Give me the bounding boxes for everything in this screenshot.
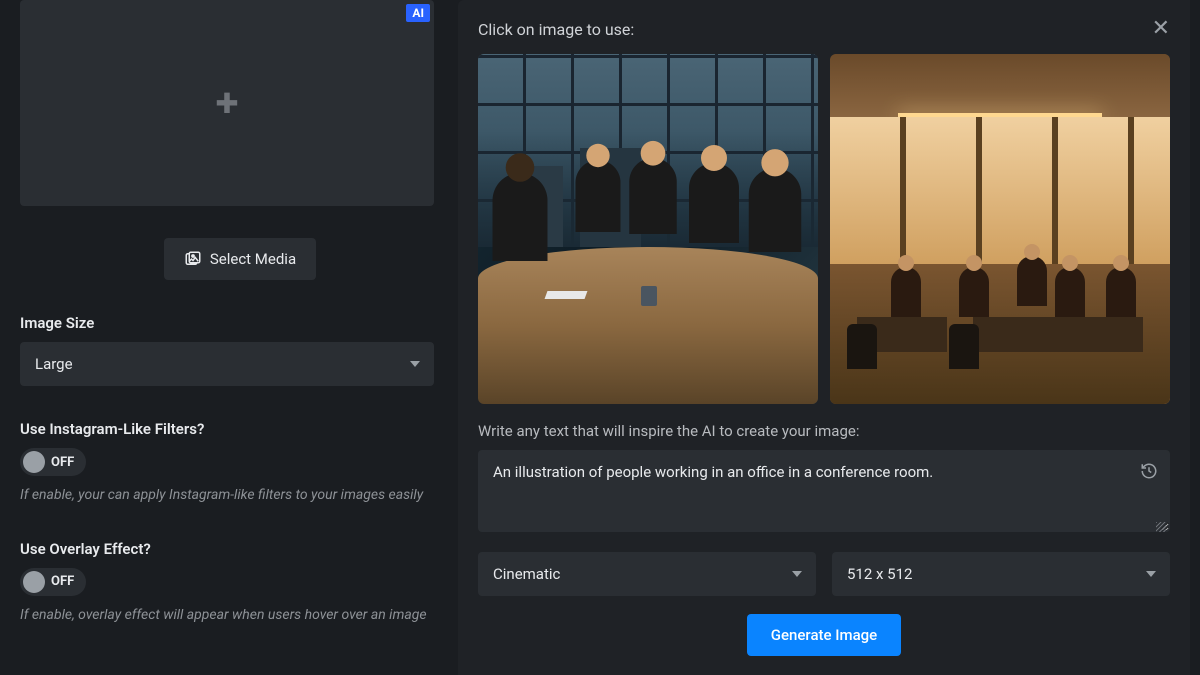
dimension-select-wrap: 512 x 512 <box>832 552 1170 596</box>
generate-image-button[interactable]: Generate Image <box>747 614 901 656</box>
generated-image-2[interactable] <box>830 54 1170 404</box>
media-upload-zone[interactable]: AI ✚ <box>20 0 434 206</box>
close-button[interactable]: ✕ <box>1152 18 1170 40</box>
image-size-select-wrap: Large <box>20 342 434 386</box>
filters-toggle-label: OFF <box>51 455 74 470</box>
toggle-knob <box>23 451 45 473</box>
select-media-label: Select Media <box>210 250 296 268</box>
plus-icon: ✚ <box>215 87 238 120</box>
overlay-label: Use Overlay Effect? <box>20 540 460 558</box>
overlay-toggle[interactable]: OFF <box>20 568 86 596</box>
image-scene <box>478 54 818 404</box>
generated-images-row <box>478 54 1170 404</box>
media-icon <box>184 250 202 268</box>
toggle-knob <box>23 571 45 593</box>
settings-panel: AI ✚ Select Media Image Size Large Use I… <box>0 0 480 675</box>
overlay-toggle-label: OFF <box>51 574 74 589</box>
style-select-wrap: Cinematic <box>478 552 816 596</box>
style-select[interactable]: Cinematic <box>478 552 816 596</box>
controls-row: Cinematic 512 x 512 <box>478 552 1170 596</box>
image-size-label: Image Size <box>20 314 460 332</box>
filters-help-text: If enable, your can apply Instagram-like… <box>20 486 440 506</box>
history-icon[interactable] <box>1140 462 1158 484</box>
select-media-button[interactable]: Select Media <box>164 238 316 280</box>
resize-handle[interactable] <box>1156 522 1166 532</box>
overlay-help-text: If enable, overlay effect will appear wh… <box>20 606 440 626</box>
filters-label: Use Instagram-Like Filters? <box>20 420 460 438</box>
filters-toggle[interactable]: OFF <box>20 448 86 476</box>
close-icon: ✕ <box>1152 16 1170 41</box>
dialog-header: Click on image to use: ✕ <box>478 18 1170 40</box>
dialog-title: Click on image to use: <box>478 20 634 39</box>
image-scene <box>830 54 1170 404</box>
prompt-label: Write any text that will inspire the AI … <box>478 422 1170 440</box>
prompt-textarea[interactable] <box>478 450 1170 532</box>
image-size-select[interactable]: Large <box>20 342 434 386</box>
prompt-box <box>478 450 1170 536</box>
dimension-select[interactable]: 512 x 512 <box>832 552 1170 596</box>
generated-image-1[interactable] <box>478 54 818 404</box>
ai-image-dialog: Click on image to use: ✕ <box>458 0 1190 675</box>
ai-badge: AI <box>406 4 430 22</box>
